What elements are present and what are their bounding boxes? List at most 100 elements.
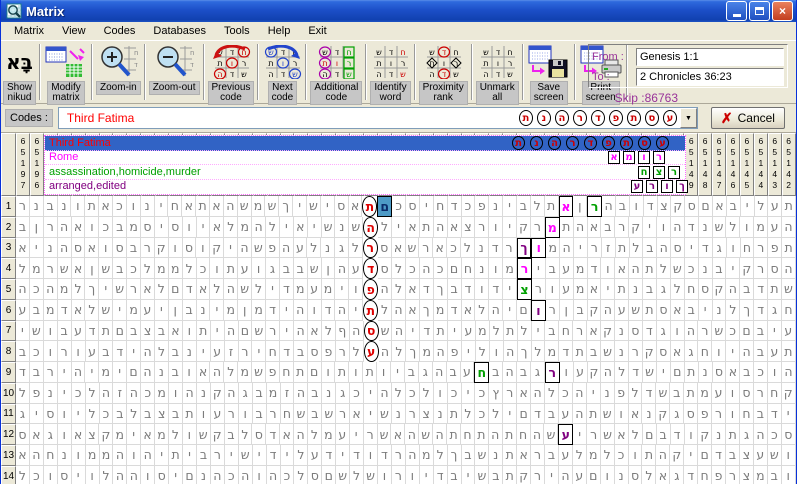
matrix-cell[interactable]: ר <box>588 238 602 259</box>
matrix-cell[interactable]: י <box>503 217 517 238</box>
matrix-cell[interactable]: ת <box>587 404 601 425</box>
matrix-cell[interactable]: מ <box>224 300 238 321</box>
matrix-cell[interactable]: ה <box>531 383 545 404</box>
matrix-cell[interactable]: ע <box>141 300 155 321</box>
matrix-cell[interactable]: ש <box>629 300 643 321</box>
matrix-cell[interactable]: ח <box>266 341 280 362</box>
matrix-cell[interactable]: ש <box>294 404 308 425</box>
matrix-cell[interactable]: י <box>197 341 211 362</box>
matrix-cell[interactable]: ה <box>294 321 308 342</box>
matrix-cell[interactable]: ם <box>671 362 685 383</box>
matrix-cell[interactable]: ת <box>183 404 197 425</box>
matrix-cell[interactable]: י <box>280 321 294 342</box>
matrix-cell[interactable]: צ <box>141 321 155 342</box>
matrix-cell[interactable]: ש <box>601 404 615 425</box>
matrix-cell[interactable]: ד <box>462 279 476 300</box>
matrix-cell[interactable]: ע <box>768 196 782 217</box>
matrix-cell[interactable]: ו <box>308 300 322 321</box>
matrix-cell[interactable]: י <box>448 321 462 342</box>
matrix-cell[interactable]: ת <box>642 445 656 466</box>
matrix-cell[interactable]: ק <box>698 424 712 445</box>
matrix-cell[interactable]: ם <box>239 321 253 342</box>
matrix-cell[interactable]: ל <box>573 445 587 466</box>
matrix-cell[interactable]: ב <box>30 300 44 321</box>
matrix-cell[interactable]: ש <box>239 445 253 466</box>
matrix-cell[interactable]: א <box>141 424 155 445</box>
matrix-cell[interactable]: ה <box>113 445 127 466</box>
matrix-cell[interactable]: א <box>656 466 670 484</box>
matrix-cell[interactable]: ש <box>30 321 44 342</box>
matrix-cell[interactable]: נ <box>712 424 726 445</box>
matrix-cell[interactable]: מ <box>294 279 308 300</box>
matrix-cell[interactable]: א <box>615 424 629 445</box>
matrix-cell[interactable]: ה <box>210 362 224 383</box>
matrix-cell[interactable]: א <box>182 196 196 217</box>
matrix-cell[interactable]: מ <box>238 362 252 383</box>
matrix-cell[interactable]: ר <box>58 341 72 362</box>
matrix-cell[interactable]: ל <box>531 196 545 217</box>
matrix-cell[interactable]: צ <box>155 404 169 425</box>
matrix-cell[interactable]: ו <box>72 445 86 466</box>
matrix-cell[interactable]: ח <box>517 424 531 445</box>
matrix-cell[interactable]: נ <box>155 362 169 383</box>
matrix-cell[interactable]: י <box>349 300 363 321</box>
matrix-cell[interactable]: ר <box>406 404 420 425</box>
matrix-cell[interactable]: ך <box>434 279 448 300</box>
matrix-cell[interactable]: ג <box>670 466 684 484</box>
matrix-cell[interactable]: ש <box>656 383 670 404</box>
matrix-cell[interactable]: ה <box>601 362 615 383</box>
matrix-cell[interactable]: נ <box>699 362 713 383</box>
matrix-cell[interactable]: ש <box>308 258 322 279</box>
matrix-cell[interactable]: ת <box>782 238 796 259</box>
matrix-cell[interactable]: י <box>532 258 546 279</box>
matrix-cell[interactable]: ה <box>127 466 141 484</box>
matrix-cell[interactable]: ב <box>308 383 322 404</box>
matrix-cell[interactable]: ו <box>183 362 197 383</box>
matrix-cell[interactable]: ע <box>712 383 726 404</box>
matrix-cell[interactable]: ג <box>239 383 253 404</box>
matrix-cell[interactable]: ק <box>671 196 685 217</box>
matrix-cell[interactable]: ן <box>238 300 252 321</box>
matrix-cell[interactable]: ר <box>419 238 433 259</box>
matrix-cell[interactable]: מ <box>434 300 448 321</box>
matrix-cell[interactable]: ת <box>573 341 587 362</box>
matrix-cell[interactable]: ס <box>335 196 349 217</box>
matrix-cell[interactable]: נ <box>699 217 713 238</box>
matrix-cell[interactable]: י <box>392 217 406 238</box>
matrix-cell[interactable]: י <box>155 445 169 466</box>
matrix-cell[interactable]: ם <box>183 466 197 484</box>
matrix-cell[interactable]: ה <box>782 258 796 279</box>
matrix-cell[interactable]: ן <box>322 258 336 279</box>
matrix-cell[interactable]: ד <box>629 362 643 383</box>
matrix-cell[interactable]: ה <box>685 321 699 342</box>
matrix-cell[interactable]: י <box>587 383 601 404</box>
matrix-cell[interactable]: מ <box>267 383 281 404</box>
matrix-cell[interactable]: כ <box>615 445 629 466</box>
matrix-cell[interactable]: א <box>392 238 406 259</box>
matrix-cell[interactable]: ד <box>183 279 197 300</box>
matrix-cell[interactable]: ד <box>434 466 448 484</box>
matrix-cell[interactable]: ע <box>574 362 588 383</box>
matrix-cell[interactable]: ת <box>448 404 462 425</box>
matrix-cell[interactable]: ק <box>740 258 754 279</box>
matrix-cell[interactable]: מ <box>155 258 169 279</box>
matrix-cell[interactable]: ר <box>587 424 601 445</box>
matrix-cell[interactable]: ב <box>546 258 560 279</box>
matrix-cell[interactable]: ו <box>434 383 448 404</box>
matrix-cell[interactable]: צ <box>462 217 476 238</box>
matrix-cell[interactable]: ד <box>642 383 656 404</box>
matrix-cell[interactable]: ת <box>684 383 698 404</box>
save-screen-button[interactable]: Savescreen <box>525 42 573 106</box>
matrix-cell[interactable]: ב <box>587 341 601 362</box>
matrix-cell[interactable]: א <box>350 404 364 425</box>
matrix-cell[interactable]: צ <box>658 196 672 217</box>
matrix-cell-marked-box-magenta[interactable]: א <box>559 196 574 217</box>
matrix-cell[interactable]: כ <box>72 383 86 404</box>
matrix-cell[interactable]: מ <box>546 238 560 259</box>
matrix-cell[interactable]: ג <box>713 238 727 259</box>
matrix-cell[interactable]: ר <box>336 404 350 425</box>
matrix-cell[interactable]: ב <box>169 362 183 383</box>
menu-item-codes[interactable]: Codes <box>95 23 145 39</box>
matrix-cell[interactable]: ח <box>768 383 782 404</box>
matrix-cell[interactable]: ם <box>127 362 141 383</box>
